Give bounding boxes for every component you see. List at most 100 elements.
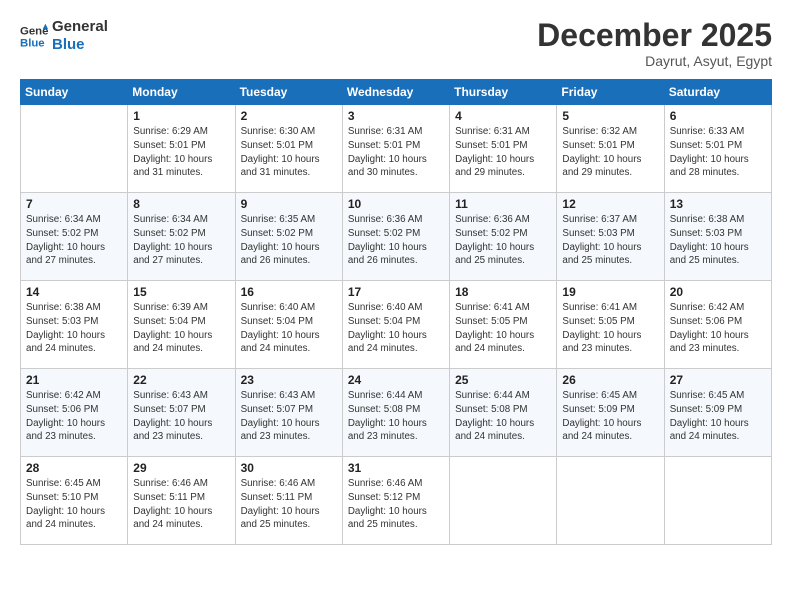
calendar-cell: 21 Sunrise: 6:42 AMSunset: 5:06 PMDayligh… (21, 369, 128, 457)
calendar-cell: 5 Sunrise: 6:32 AMSunset: 5:01 PMDaylight… (557, 105, 664, 193)
day-info: Sunrise: 6:38 AMSunset: 5:03 PMDaylight:… (670, 213, 766, 268)
calendar-cell: 3 Sunrise: 6:31 AMSunset: 5:01 PMDaylight… (342, 105, 449, 193)
svg-text:Blue: Blue (20, 38, 45, 50)
day-info: Sunrise: 6:46 AMSunset: 5:12 PMDaylight:… (348, 477, 444, 532)
day-number: 29 (133, 461, 229, 475)
week-row-1: 1 Sunrise: 6:29 AMSunset: 5:01 PMDaylight… (21, 105, 772, 193)
day-number: 2 (241, 109, 337, 123)
day-number: 31 (348, 461, 444, 475)
title-block: December 2025 Dayrut, Asyut, Egypt (537, 18, 772, 69)
day-info: Sunrise: 6:35 AMSunset: 5:02 PMDaylight:… (241, 213, 337, 268)
day-info: Sunrise: 6:42 AMSunset: 5:06 PMDaylight:… (26, 389, 122, 444)
day-info: Sunrise: 6:45 AMSunset: 5:09 PMDaylight:… (562, 389, 658, 444)
day-number: 18 (455, 285, 551, 299)
day-info: Sunrise: 6:31 AMSunset: 5:01 PMDaylight:… (348, 125, 444, 180)
calendar-cell: 24Sunrise: 6:44 AMSunset: 5:08 PMDayligh… (342, 369, 449, 457)
calendar-cell: 25 Sunrise: 6:44 AMSunset: 5:08 PMDayligh… (450, 369, 557, 457)
calendar-cell: 20 Sunrise: 6:42 AMSunset: 5:06 PMDayligh… (664, 281, 771, 369)
calendar-cell: 2 Sunrise: 6:30 AMSunset: 5:01 PMDaylight… (235, 105, 342, 193)
week-row-4: 21 Sunrise: 6:42 AMSunset: 5:06 PMDayligh… (21, 369, 772, 457)
calendar-cell: 1 Sunrise: 6:29 AMSunset: 5:01 PMDaylight… (128, 105, 235, 193)
month-title: December 2025 (537, 18, 772, 53)
calendar-cell: 7 Sunrise: 6:34 AMSunset: 5:02 PMDaylight… (21, 193, 128, 281)
day-info: Sunrise: 6:38 AMSunset: 5:03 PMDaylight:… (26, 301, 122, 356)
location-subtitle: Dayrut, Asyut, Egypt (537, 53, 772, 69)
calendar-cell: 22 Sunrise: 6:43 AMSunset: 5:07 PMDayligh… (128, 369, 235, 457)
day-info: Sunrise: 6:30 AMSunset: 5:01 PMDaylight:… (241, 125, 337, 180)
week-row-3: 14Sunrise: 6:38 AMSunset: 5:03 PMDayligh… (21, 281, 772, 369)
day-number: 7 (26, 197, 122, 211)
logo: General Blue General Blue (20, 18, 108, 54)
day-number: 13 (670, 197, 766, 211)
day-number: 4 (455, 109, 551, 123)
day-number: 9 (241, 197, 337, 211)
day-number: 8 (133, 197, 229, 211)
day-info: Sunrise: 6:31 AMSunset: 5:01 PMDaylight:… (455, 125, 551, 180)
header-wednesday: Wednesday (342, 80, 449, 105)
calendar-cell: 15Sunrise: 6:39 AMSunset: 5:04 PMDayligh… (128, 281, 235, 369)
day-info: Sunrise: 6:41 AMSunset: 5:05 PMDaylight:… (562, 301, 658, 356)
day-info: Sunrise: 6:36 AMSunset: 5:02 PMDaylight:… (348, 213, 444, 268)
day-number: 25 (455, 373, 551, 387)
calendar-cell: 10 Sunrise: 6:36 AMSunset: 5:02 PMDayligh… (342, 193, 449, 281)
header-monday: Monday (128, 80, 235, 105)
day-number: 24 (348, 373, 444, 387)
header-sunday: Sunday (21, 80, 128, 105)
day-info: Sunrise: 6:40 AMSunset: 5:04 PMDaylight:… (348, 301, 444, 356)
logo-icon: General Blue (20, 22, 48, 50)
day-info: Sunrise: 6:34 AMSunset: 5:02 PMDaylight:… (26, 213, 122, 268)
day-number: 12 (562, 197, 658, 211)
calendar-cell: 14Sunrise: 6:38 AMSunset: 5:03 PMDayligh… (21, 281, 128, 369)
day-number: 5 (562, 109, 658, 123)
day-info: Sunrise: 6:36 AMSunset: 5:02 PMDaylight:… (455, 213, 551, 268)
day-info: Sunrise: 6:33 AMSunset: 5:01 PMDaylight:… (670, 125, 766, 180)
day-number: 15 (133, 285, 229, 299)
day-info: Sunrise: 6:34 AMSunset: 5:02 PMDaylight:… (133, 213, 229, 268)
header-friday: Friday (557, 80, 664, 105)
calendar-cell: 12Sunrise: 6:37 AMSunset: 5:03 PMDayligh… (557, 193, 664, 281)
day-number: 1 (133, 109, 229, 123)
calendar-cell: 8 Sunrise: 6:34 AMSunset: 5:02 PMDaylight… (128, 193, 235, 281)
calendar-cell: 26Sunrise: 6:45 AMSunset: 5:09 PMDayligh… (557, 369, 664, 457)
day-number: 17 (348, 285, 444, 299)
day-number: 16 (241, 285, 337, 299)
calendar-cell: 27Sunrise: 6:45 AMSunset: 5:09 PMDayligh… (664, 369, 771, 457)
day-info: Sunrise: 6:32 AMSunset: 5:01 PMDaylight:… (562, 125, 658, 180)
day-number: 10 (348, 197, 444, 211)
day-info: Sunrise: 6:44 AMSunset: 5:08 PMDaylight:… (455, 389, 551, 444)
day-number: 28 (26, 461, 122, 475)
calendar-cell (557, 457, 664, 545)
calendar-cell: 6 Sunrise: 6:33 AMSunset: 5:01 PMDaylight… (664, 105, 771, 193)
calendar-header-row: Sunday Monday Tuesday Wednesday Thursday… (21, 80, 772, 105)
week-row-5: 28Sunrise: 6:45 AMSunset: 5:10 PMDayligh… (21, 457, 772, 545)
day-number: 22 (133, 373, 229, 387)
day-number: 11 (455, 197, 551, 211)
day-number: 21 (26, 373, 122, 387)
day-info: Sunrise: 6:46 AMSunset: 5:11 PMDaylight:… (241, 477, 337, 532)
day-info: Sunrise: 6:42 AMSunset: 5:06 PMDaylight:… (670, 301, 766, 356)
calendar-cell: 29Sunrise: 6:46 AMSunset: 5:11 PMDayligh… (128, 457, 235, 545)
calendar-cell: 16 Sunrise: 6:40 AMSunset: 5:04 PMDayligh… (235, 281, 342, 369)
calendar-cell: 23Sunrise: 6:43 AMSunset: 5:07 PMDayligh… (235, 369, 342, 457)
calendar-cell (450, 457, 557, 545)
calendar-cell (21, 105, 128, 193)
calendar-cell: 11 Sunrise: 6:36 AMSunset: 5:02 PMDayligh… (450, 193, 557, 281)
day-info: Sunrise: 6:43 AMSunset: 5:07 PMDaylight:… (133, 389, 229, 444)
calendar-cell: 9 Sunrise: 6:35 AMSunset: 5:02 PMDaylight… (235, 193, 342, 281)
header-saturday: Saturday (664, 80, 771, 105)
day-number: 23 (241, 373, 337, 387)
day-info: Sunrise: 6:29 AMSunset: 5:01 PMDaylight:… (133, 125, 229, 180)
week-row-2: 7 Sunrise: 6:34 AMSunset: 5:02 PMDaylight… (21, 193, 772, 281)
day-info: Sunrise: 6:40 AMSunset: 5:04 PMDaylight:… (241, 301, 337, 356)
header-thursday: Thursday (450, 80, 557, 105)
day-number: 3 (348, 109, 444, 123)
day-number: 20 (670, 285, 766, 299)
day-number: 19 (562, 285, 658, 299)
page: General Blue General Blue December 2025 … (0, 0, 792, 612)
calendar-table: Sunday Monday Tuesday Wednesday Thursday… (20, 79, 772, 545)
day-number: 6 (670, 109, 766, 123)
calendar-cell: 30Sunrise: 6:46 AMSunset: 5:11 PMDayligh… (235, 457, 342, 545)
calendar-cell: 4 Sunrise: 6:31 AMSunset: 5:01 PMDaylight… (450, 105, 557, 193)
logo-line1: General (52, 18, 108, 36)
logo-line2: Blue (52, 36, 108, 54)
